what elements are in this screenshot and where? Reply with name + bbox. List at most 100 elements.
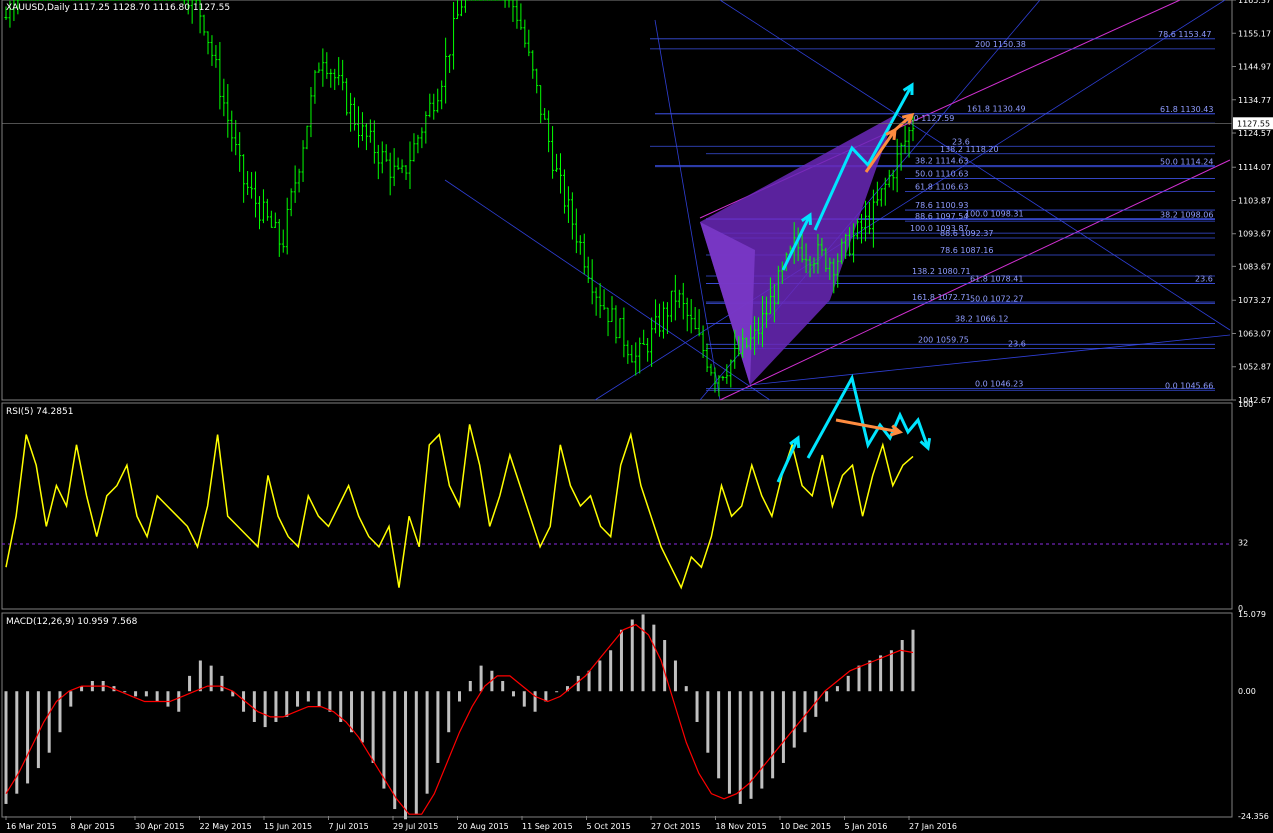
macd-histogram-bar bbox=[468, 680, 472, 692]
macd-histogram-bar bbox=[889, 650, 893, 692]
main-header: XAUUSD,Daily 1117.25 1128.70 1116.80 112… bbox=[6, 3, 230, 13]
macd-histogram-bar bbox=[663, 640, 667, 692]
macd-histogram-bar bbox=[328, 691, 332, 712]
macd-histogram-bar bbox=[177, 691, 181, 712]
macd-axis-label: 0.00 bbox=[1238, 687, 1256, 696]
rsi-header: RSI(5) 74.2851 bbox=[6, 407, 73, 417]
rsi-axis: 100320 bbox=[1238, 400, 1253, 613]
macd-histogram-bar bbox=[26, 691, 30, 784]
price-axis-label: 1073.27 bbox=[1238, 296, 1271, 305]
macd-histogram-bar bbox=[792, 691, 796, 748]
macd-histogram-bar bbox=[900, 640, 904, 692]
time-axis-label: 11 Sep 2015 bbox=[522, 822, 573, 831]
fib-level-label: 200 1059.75 bbox=[918, 335, 969, 344]
macd-histogram-bar bbox=[263, 691, 267, 728]
fib-level-label: 200 1150.38 bbox=[975, 40, 1026, 49]
fib-level-label: 50.0 1072.27 bbox=[970, 295, 1023, 304]
fib-level-label: 61.8 1078.41 bbox=[970, 274, 1023, 283]
macd-histogram-bar bbox=[879, 655, 883, 692]
fib-level-label: 161.8 1072.71 bbox=[912, 293, 971, 302]
gann-line bbox=[749, 334, 1231, 386]
macd-histogram-bar bbox=[4, 691, 8, 804]
chart-stage: 200 1150.38 78.6 1153.47 161.8 1130.49 61.8… bbox=[1, 0, 1273, 831]
macd-histogram-bar bbox=[609, 650, 613, 692]
time-axis-label: 5 Oct 2015 bbox=[587, 822, 631, 831]
macd-histogram-bar bbox=[803, 691, 807, 733]
macd-histogram-bar bbox=[846, 675, 850, 692]
fib-level-label: 78.6 1100.93 bbox=[915, 201, 968, 210]
time-axis-label: 27 Jan 2016 bbox=[909, 822, 957, 831]
macd-histogram-bar bbox=[868, 660, 872, 692]
macd-histogram-bar bbox=[576, 675, 580, 692]
macd-histogram-bar bbox=[673, 660, 677, 692]
time-axis-label: 8 Apr 2015 bbox=[71, 822, 115, 831]
macd-signal-series bbox=[5, 623, 914, 815]
fib-level-label: 38.2 1066.12 bbox=[955, 315, 1008, 324]
macd-histogram-bar bbox=[652, 624, 656, 692]
rsi-series-line bbox=[5, 424, 914, 590]
macd-histogram-bar bbox=[522, 691, 526, 707]
price-axis-label: 1083.67 bbox=[1238, 262, 1271, 271]
macd-histogram-bar bbox=[360, 691, 364, 743]
fib-level-label: 23.6 bbox=[1195, 274, 1213, 283]
macd-histogram-bar bbox=[47, 691, 51, 753]
macd-histogram-bar bbox=[220, 675, 224, 692]
fib-level-label: 138.2 1080.71 bbox=[912, 267, 971, 276]
macd-histogram-bar bbox=[436, 691, 440, 763]
macd-histogram-bar bbox=[857, 665, 861, 692]
time-axis-label: 10 Dec 2015 bbox=[780, 822, 831, 831]
macd-signal-line bbox=[5, 623, 914, 815]
time-axis-label: 22 May 2015 bbox=[200, 822, 252, 831]
macd-histogram-bar bbox=[695, 691, 699, 722]
macd-histogram-bar bbox=[285, 691, 289, 717]
fib-level-label: 88.6 1092.37 bbox=[940, 229, 993, 238]
macd-histogram-bar bbox=[835, 686, 839, 692]
macd-histogram-bar bbox=[706, 691, 710, 753]
macd-histogram-bar bbox=[252, 691, 256, 722]
macd-header: MACD(12,26,9) 10.959 7.568 bbox=[6, 617, 138, 627]
price-axis-label: 1144.97 bbox=[1238, 63, 1271, 72]
rsi-axis-label: 32 bbox=[1238, 539, 1248, 548]
macd-histogram-bar bbox=[501, 680, 505, 692]
price-axis-label: 1093.67 bbox=[1238, 230, 1271, 239]
fib-level-label: 61.8 1130.43 bbox=[1160, 105, 1213, 114]
macd-histogram-bar bbox=[619, 629, 623, 692]
macd-histogram-bar bbox=[587, 670, 591, 692]
price-axis-label: 1124.57 bbox=[1238, 129, 1271, 138]
macd-histogram-bar bbox=[144, 691, 148, 697]
macd-histogram-bar bbox=[198, 660, 202, 692]
macd-histogram-bar bbox=[458, 691, 461, 702]
macd-histogram-bar bbox=[350, 691, 354, 733]
macd-histogram-bar bbox=[760, 691, 764, 789]
macd-histogram-bar bbox=[155, 691, 159, 702]
macd-axis-label: 15.079 bbox=[1238, 610, 1266, 619]
macd-axis: 15.079 0.00 -24.356 bbox=[1238, 610, 1269, 821]
macd-histogram-bar bbox=[771, 691, 775, 779]
fib-level-label: 100.0 1098.31 bbox=[965, 210, 1024, 219]
rsi-trend-arrows bbox=[776, 373, 932, 483]
time-axis-label: 5 Jan 2016 bbox=[845, 822, 888, 831]
fib-level-label: 0.0 1045.66 bbox=[1165, 381, 1213, 390]
macd-axis-label: -24.356 bbox=[1238, 812, 1269, 821]
rsi-orange-arrow bbox=[835, 418, 901, 434]
time-axis: 16 Mar 2015 8 Apr 2015 30 Apr 2015 22 May 2… bbox=[5, 816, 957, 831]
macd-histogram-bar bbox=[717, 691, 721, 779]
fib-level-label: 161.8 1130.49 bbox=[967, 105, 1026, 114]
rsi-line bbox=[5, 424, 914, 590]
macd-histogram-bar bbox=[209, 665, 213, 692]
macd-histogram-bar bbox=[414, 691, 418, 815]
price-axis-label: 1134.77 bbox=[1238, 96, 1271, 105]
fib-level-label: 50.0 1114.24 bbox=[1160, 158, 1213, 167]
macd-histogram-bar bbox=[425, 691, 429, 794]
macd-histogram-bar bbox=[479, 665, 483, 692]
macd-histogram-bar bbox=[123, 691, 127, 693]
macd-panel-frame bbox=[1, 612, 1233, 818]
price-axis-label: 1103.87 bbox=[1238, 196, 1271, 205]
macd-histogram-bar bbox=[825, 691, 829, 702]
macd-histogram-bar bbox=[296, 691, 300, 707]
macd-histogram-bar bbox=[166, 691, 170, 707]
macd-histogram-bar bbox=[382, 691, 386, 789]
macd-histogram-bar bbox=[188, 675, 192, 692]
macd-histogram-bar bbox=[393, 691, 397, 810]
macd-histogram-bar bbox=[306, 691, 310, 702]
